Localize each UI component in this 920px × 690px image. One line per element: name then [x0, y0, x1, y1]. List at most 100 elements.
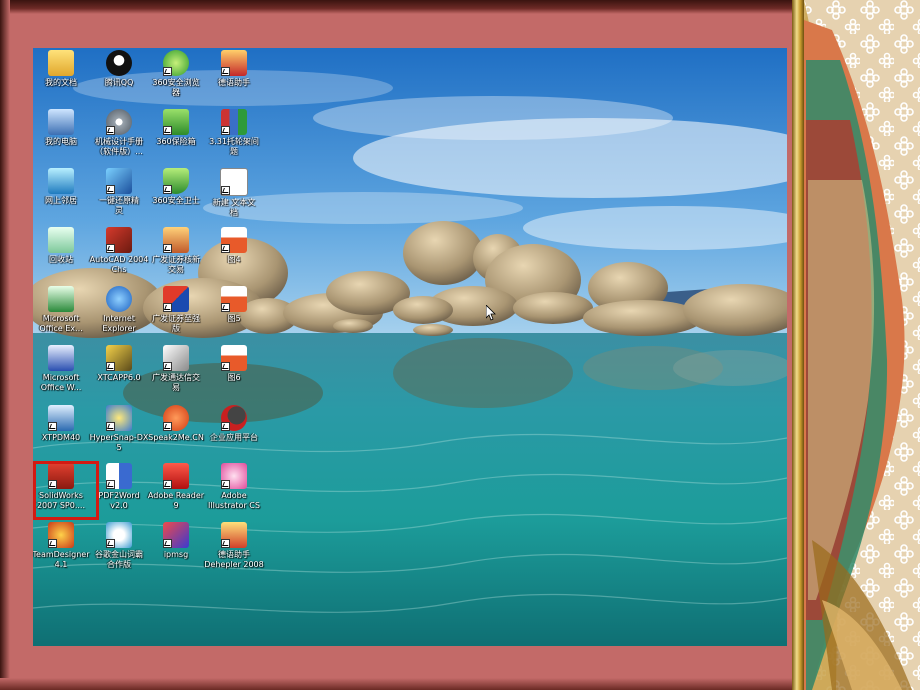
- desktop-icon-folder-documents[interactable]: 我的文档: [33, 50, 91, 88]
- desktop-icon-label: 一键还原精 灵: [99, 196, 139, 215]
- desktop-icon-adobe-reader[interactable]: Adobe Reader 9: [146, 463, 206, 511]
- desktop-icon-label: TeamDesigner 4.1: [33, 550, 90, 569]
- desktop-icon-ipmsg[interactable]: ipmsg: [146, 522, 206, 560]
- adobe-reader-icon: [163, 463, 189, 489]
- desktop-icon-image-file[interactable]: 图5: [204, 286, 264, 324]
- shortcut-arrow-icon: [106, 126, 115, 135]
- restore-icon: [106, 168, 132, 194]
- desktop-icon-label: 3.31托轮架间 题: [209, 137, 259, 156]
- excel-icon: [48, 286, 74, 312]
- illustrator-icon: [221, 463, 247, 489]
- desktop-icon-shield-360[interactable]: 360安全卫士: [146, 168, 206, 206]
- desktop-icon-qq-penguin[interactable]: 腾讯QQ: [89, 50, 149, 88]
- desktop-icon-label: HyperSnap-DX 5: [89, 433, 149, 452]
- desktop-icon-xtpdm[interactable]: XTPDM40: [33, 405, 91, 443]
- text-file-icon: [220, 168, 248, 196]
- recycle-bin-icon: [48, 227, 74, 253]
- enterprise-platform-icon: [221, 405, 247, 431]
- shortcut-arrow-icon: [163, 422, 172, 431]
- desktop-icon-label: 广发通达信交 易: [152, 373, 200, 392]
- teamdesigner-icon: [48, 522, 74, 548]
- shortcut-arrow-icon: [106, 539, 115, 548]
- mouse-pointer-icon: [486, 305, 496, 321]
- desktop-icon-label: 德语助手: [218, 78, 250, 87]
- desktop-icon-label: 我的电脑: [45, 137, 77, 146]
- desktop-icon-gf-securities[interactable]: 广发证券至强 版: [146, 286, 206, 334]
- desktop-icon-label: XTPDM40: [41, 433, 81, 442]
- desktop-icon-winrar[interactable]: 3.31托轮架间 题: [204, 109, 264, 157]
- image-file-icon: [221, 286, 247, 312]
- dehelper-icon: [221, 522, 247, 548]
- desktop-icon-autocad[interactable]: AutoCAD 2004 Chs: [89, 227, 149, 275]
- desktop-icon-label: ipmsg: [163, 550, 189, 559]
- word-icon: [48, 345, 74, 371]
- desktop-icon-speak2me[interactable]: Speak2Me.CN: [146, 405, 206, 443]
- desktop-icon-label: 360保险箱: [156, 137, 196, 146]
- shortcut-arrow-icon: [163, 480, 172, 489]
- shortcut-arrow-icon: [221, 67, 230, 76]
- desktop-icon-ciba[interactable]: 谷歌金山词霸 合作版: [89, 522, 149, 570]
- desktop-icon-label: Microsoft Office W...: [40, 373, 82, 392]
- desktop-icon-house-trade[interactable]: 广发证券核新 交易: [146, 227, 206, 275]
- desktop-icon-network[interactable]: 网上邻居: [33, 168, 91, 206]
- network-icon: [48, 168, 74, 194]
- desktop-icon-teamdesigner[interactable]: TeamDesigner 4.1: [33, 522, 91, 570]
- speak2me-icon: [163, 405, 189, 431]
- shortcut-arrow-icon: [106, 480, 115, 489]
- desktop-icon-enterprise-platform[interactable]: 企业应用平台: [204, 405, 264, 443]
- desktop-icon-label: 网上邻居: [45, 196, 77, 205]
- shortcut-arrow-icon: [106, 244, 115, 253]
- image-file-icon: [221, 227, 247, 253]
- desktop-icon-safe-360[interactable]: 360保险箱: [146, 109, 206, 147]
- shortcut-arrow-icon: [221, 422, 230, 431]
- desktop-icon-restore[interactable]: 一键还原精 灵: [89, 168, 149, 216]
- tdx-trade-icon: [163, 345, 189, 371]
- desktop-icon-image-file[interactable]: 图4: [204, 227, 264, 265]
- desktop-icon-image-file[interactable]: 图6: [204, 345, 264, 383]
- shortcut-arrow-icon: [163, 362, 172, 371]
- winrar-icon: [221, 109, 247, 135]
- ciba-icon: [106, 522, 132, 548]
- desktop-icon-label: 广发证券至强 版: [152, 314, 200, 333]
- desktop-icon-label: 谷歌金山词霸 合作版: [95, 550, 143, 569]
- desktop-icon-label: 企业应用平台: [210, 433, 258, 442]
- image-file-icon: [221, 345, 247, 371]
- desktop-icon-word[interactable]: Microsoft Office W...: [33, 345, 91, 393]
- pdf2word-icon: [106, 463, 132, 489]
- desktop-icon-label: 360安全卫士: [152, 196, 200, 205]
- shortcut-arrow-icon: [221, 480, 230, 489]
- desktop-icon-illustrator[interactable]: Adobe Illustrator CS: [204, 463, 264, 511]
- desktop-icon-ie[interactable]: Internet Explorer: [89, 286, 149, 334]
- shortcut-arrow-icon: [163, 185, 172, 194]
- desktop-icon-excel[interactable]: Microsoft Office Ex...: [33, 286, 91, 334]
- desktop-icon-my-computer[interactable]: 我的电脑: [33, 109, 91, 147]
- desktop-icon-label: 回收站: [49, 255, 73, 264]
- desktop-icon-label: Speak2Me.CN: [148, 433, 204, 442]
- shortcut-arrow-icon: [163, 67, 172, 76]
- shortcut-arrow-icon: [221, 539, 230, 548]
- desktop-icon-german-helper[interactable]: 德语助手: [204, 50, 264, 88]
- shortcut-arrow-icon: [221, 303, 230, 312]
- desktop-icon-text-file[interactable]: 新建 文本文 档: [204, 168, 264, 218]
- desktop-icon-label: AutoCAD 2004 Chs: [89, 255, 149, 274]
- desktop-icon-label: 德语助手 Dehepler 2008: [204, 550, 264, 569]
- shortcut-arrow-icon: [106, 422, 115, 431]
- qq-penguin-icon: [106, 50, 132, 76]
- shortcut-arrow-icon: [163, 244, 172, 253]
- desktop-icon-browser-360[interactable]: 360安全浏览 器: [146, 50, 206, 98]
- shortcut-arrow-icon: [221, 244, 230, 253]
- decorative-floral-panel: [792, 0, 920, 690]
- desktop-icon-manual-disc[interactable]: 机械设计手册 （软件版）...: [89, 109, 149, 157]
- desktop-icon-label: Adobe Illustrator CS: [208, 491, 260, 510]
- desktop-icon-hypersnap[interactable]: HyperSnap-DX 5: [89, 405, 149, 453]
- manual-disc-icon: [106, 109, 132, 135]
- desktop-icon-label: 腾讯QQ: [104, 78, 134, 87]
- desktop-icon-recycle-bin[interactable]: 回收站: [33, 227, 91, 265]
- desktop-icon-dehelper[interactable]: 德语助手 Dehepler 2008: [204, 522, 264, 570]
- desktop-icon-xtcapp[interactable]: XTCAPP6.0: [89, 345, 149, 383]
- desktop-icon-tdx-trade[interactable]: 广发通达信交 易: [146, 345, 206, 393]
- gf-securities-icon: [163, 286, 189, 312]
- house-trade-icon: [163, 227, 189, 253]
- desktop-icon-label: Microsoft Office Ex...: [39, 314, 83, 333]
- german-helper-icon: [221, 50, 247, 76]
